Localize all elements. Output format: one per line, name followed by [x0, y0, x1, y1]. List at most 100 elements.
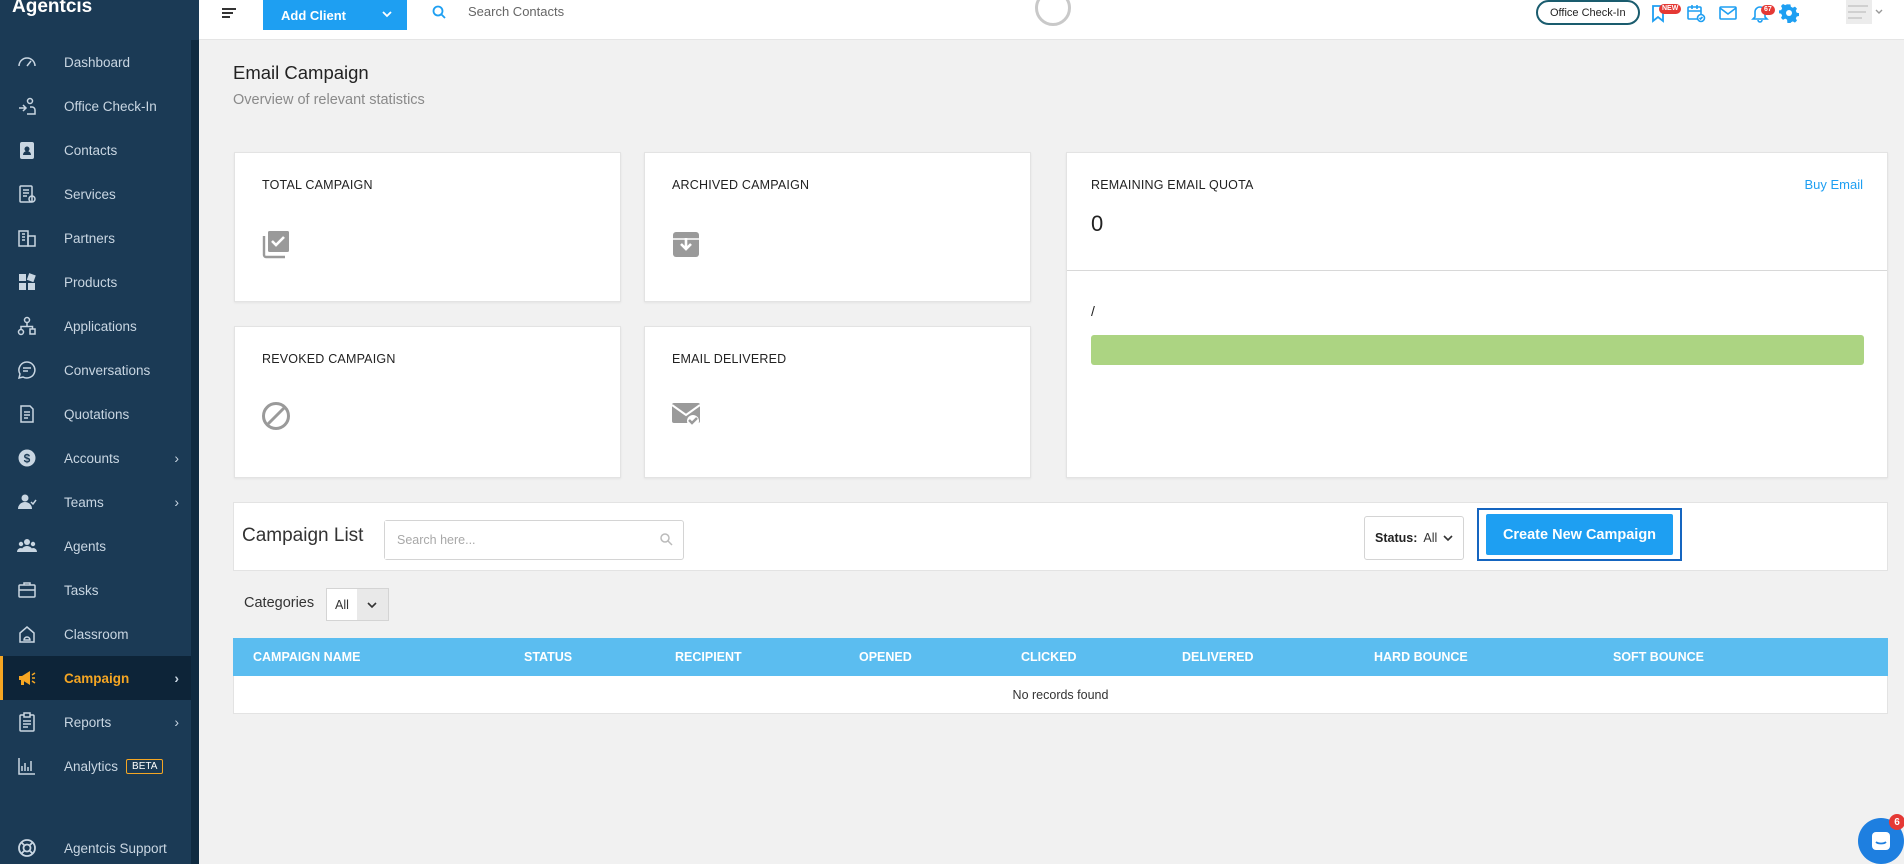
checkin-icon	[16, 95, 38, 117]
sidebar-item-label: Partners	[64, 230, 116, 246]
empty-message: No records found	[1012, 687, 1109, 702]
buy-email-link[interactable]: Buy Email	[1804, 177, 1863, 192]
column-header[interactable]: CAMPAIGN NAME	[253, 650, 360, 664]
categories-select[interactable]: All	[326, 588, 389, 621]
sidebar-item-quotations[interactable]: Quotations	[0, 392, 191, 436]
sidebar-item-campaign[interactable]: Campaign ›	[0, 656, 191, 700]
mail-icon[interactable]	[1718, 3, 1738, 23]
chevron-down-icon	[1443, 535, 1453, 542]
create-campaign-highlight: Create New Campaign	[1477, 508, 1682, 561]
chevron-right-icon: ›	[174, 450, 179, 466]
sidebar-item-classroom[interactable]: Classroom	[0, 612, 191, 656]
sidebar-item-dashboard[interactable]: Dashboard	[0, 40, 191, 84]
column-header[interactable]: STATUS	[524, 650, 572, 664]
sidebar-item-conversations[interactable]: Conversations	[0, 348, 191, 392]
calendar-check-icon[interactable]	[1686, 3, 1706, 23]
email-quota-card: REMAINING EMAIL QUOTA Buy Email 0 /	[1066, 152, 1888, 478]
notification-count-badge: 67	[1761, 5, 1775, 15]
avatar[interactable]	[1844, 0, 1884, 26]
page-title: Email Campaign	[233, 62, 369, 83]
sidebar-item-label: Conversations	[64, 362, 151, 378]
sidebar-item-reports[interactable]: Reports ›	[0, 700, 191, 744]
dashboard-icon	[16, 51, 38, 73]
office-check-in-button[interactable]: Office Check-In	[1536, 0, 1640, 25]
table-header: CAMPAIGN NAME STATUS RECIPIENT OPENED CL…	[233, 638, 1888, 676]
sidebar-item-label: Quotations	[64, 406, 130, 422]
column-header[interactable]: RECIPIENT	[675, 650, 742, 664]
sidebar-item-label: Applications	[64, 318, 137, 334]
sidebar-item-teams[interactable]: Teams ›	[0, 480, 191, 524]
logo-icon	[1035, 0, 1071, 26]
campaign-search-input[interactable]	[385, 521, 635, 559]
sidebar-item-label: Dashboard	[64, 54, 131, 70]
sidebar-item-products[interactable]: Products	[0, 260, 191, 304]
sidebar-item-label: Services	[64, 186, 116, 202]
chevron-down-icon[interactable]	[381, 8, 393, 20]
sidebar-item-accounts[interactable]: $ Accounts ›	[0, 436, 191, 480]
menu-icon[interactable]	[221, 4, 239, 22]
sidebar-item-label: Analytics	[64, 758, 119, 774]
revoked-campaign-card: REVOKED CAMPAIGN	[234, 326, 621, 478]
sidebar-scrollbar[interactable]	[191, 40, 199, 864]
quota-label: REMAINING EMAIL QUOTA	[1091, 178, 1254, 192]
block-icon	[262, 402, 290, 430]
brand[interactable]: Agentcis	[0, 0, 199, 40]
applications-icon	[16, 315, 38, 337]
sidebar-item-label: Reports	[64, 714, 112, 730]
sidebar-item-agents[interactable]: Agents	[0, 524, 191, 568]
add-client-button[interactable]: Add Client	[263, 0, 407, 30]
status-filter-select[interactable]: Status: All	[1364, 516, 1464, 560]
sidebar-item-support[interactable]: Agentcis Support	[0, 826, 191, 864]
search-icon[interactable]	[659, 532, 673, 546]
teams-icon	[16, 491, 38, 513]
chevron-right-icon: ›	[174, 670, 179, 686]
campaign-list-title: Campaign List	[242, 525, 364, 546]
sidebar-item-office-check-in[interactable]: Office Check-In	[0, 84, 191, 128]
sidebar-item-tasks[interactable]: Tasks	[0, 568, 191, 612]
sidebar-item-applications[interactable]: Applications	[0, 304, 191, 348]
search-contacts-input[interactable]: Search Contacts	[468, 4, 564, 19]
sidebar-item-label: Classroom	[64, 626, 129, 642]
agents-icon	[16, 535, 38, 557]
sidebar-item-label: Accounts	[64, 450, 120, 466]
lifebuoy-icon	[16, 837, 38, 859]
services-icon	[16, 183, 38, 205]
classroom-icon	[16, 623, 38, 645]
status-value: All	[1423, 531, 1438, 545]
divider	[1067, 270, 1887, 271]
column-header[interactable]: HARD BOUNCE	[1374, 650, 1468, 664]
email-delivered-label: EMAIL DELIVERED	[672, 352, 787, 366]
sidebar-item-services[interactable]: Services	[0, 172, 191, 216]
column-header[interactable]: DELIVERED	[1182, 650, 1254, 664]
status-label: Status:	[1375, 531, 1418, 545]
analytics-icon	[16, 755, 38, 777]
column-header[interactable]: SOFT BOUNCE	[1613, 650, 1704, 664]
revoked-campaign-label: REVOKED CAMPAIGN	[262, 352, 396, 366]
column-header[interactable]: CLICKED	[1021, 650, 1077, 664]
accounts-icon: $	[16, 447, 38, 469]
sidebar: Agentcis Dashboard Office Check-In Conta…	[0, 0, 199, 864]
chevron-right-icon: ›	[174, 714, 179, 730]
add-client-label: Add Client	[281, 7, 346, 23]
tasks-icon	[16, 579, 38, 601]
column-header[interactable]: OPENED	[859, 650, 912, 664]
chevron-right-icon: ›	[174, 494, 179, 510]
page-subtitle: Overview of relevant statistics	[233, 92, 425, 108]
categories-value: All	[335, 597, 349, 612]
sidebar-item-analytics[interactable]: Analytics BETA	[0, 744, 191, 788]
sidebar-item-label: Teams	[64, 494, 104, 510]
search-icon[interactable]	[431, 4, 447, 20]
total-campaign-card: TOTAL CAMPAIGN	[234, 152, 621, 302]
chevron-down-icon[interactable]	[356, 589, 388, 620]
new-badge: NEW	[1659, 4, 1682, 14]
archive-icon	[673, 232, 699, 257]
gear-icon[interactable]	[1779, 3, 1799, 23]
quota-progress-fill	[1091, 335, 1864, 365]
sidebar-item-label: Agentcis Support	[64, 840, 167, 856]
sidebar-item-contacts[interactable]: Contacts	[0, 128, 191, 172]
sidebar-item-label: Contacts	[64, 142, 118, 158]
sidebar-item-partners[interactable]: Partners	[0, 216, 191, 260]
chat-badge: 6	[1889, 814, 1904, 830]
campaign-search	[384, 520, 684, 560]
create-new-campaign-button[interactable]: Create New Campaign	[1486, 514, 1673, 555]
